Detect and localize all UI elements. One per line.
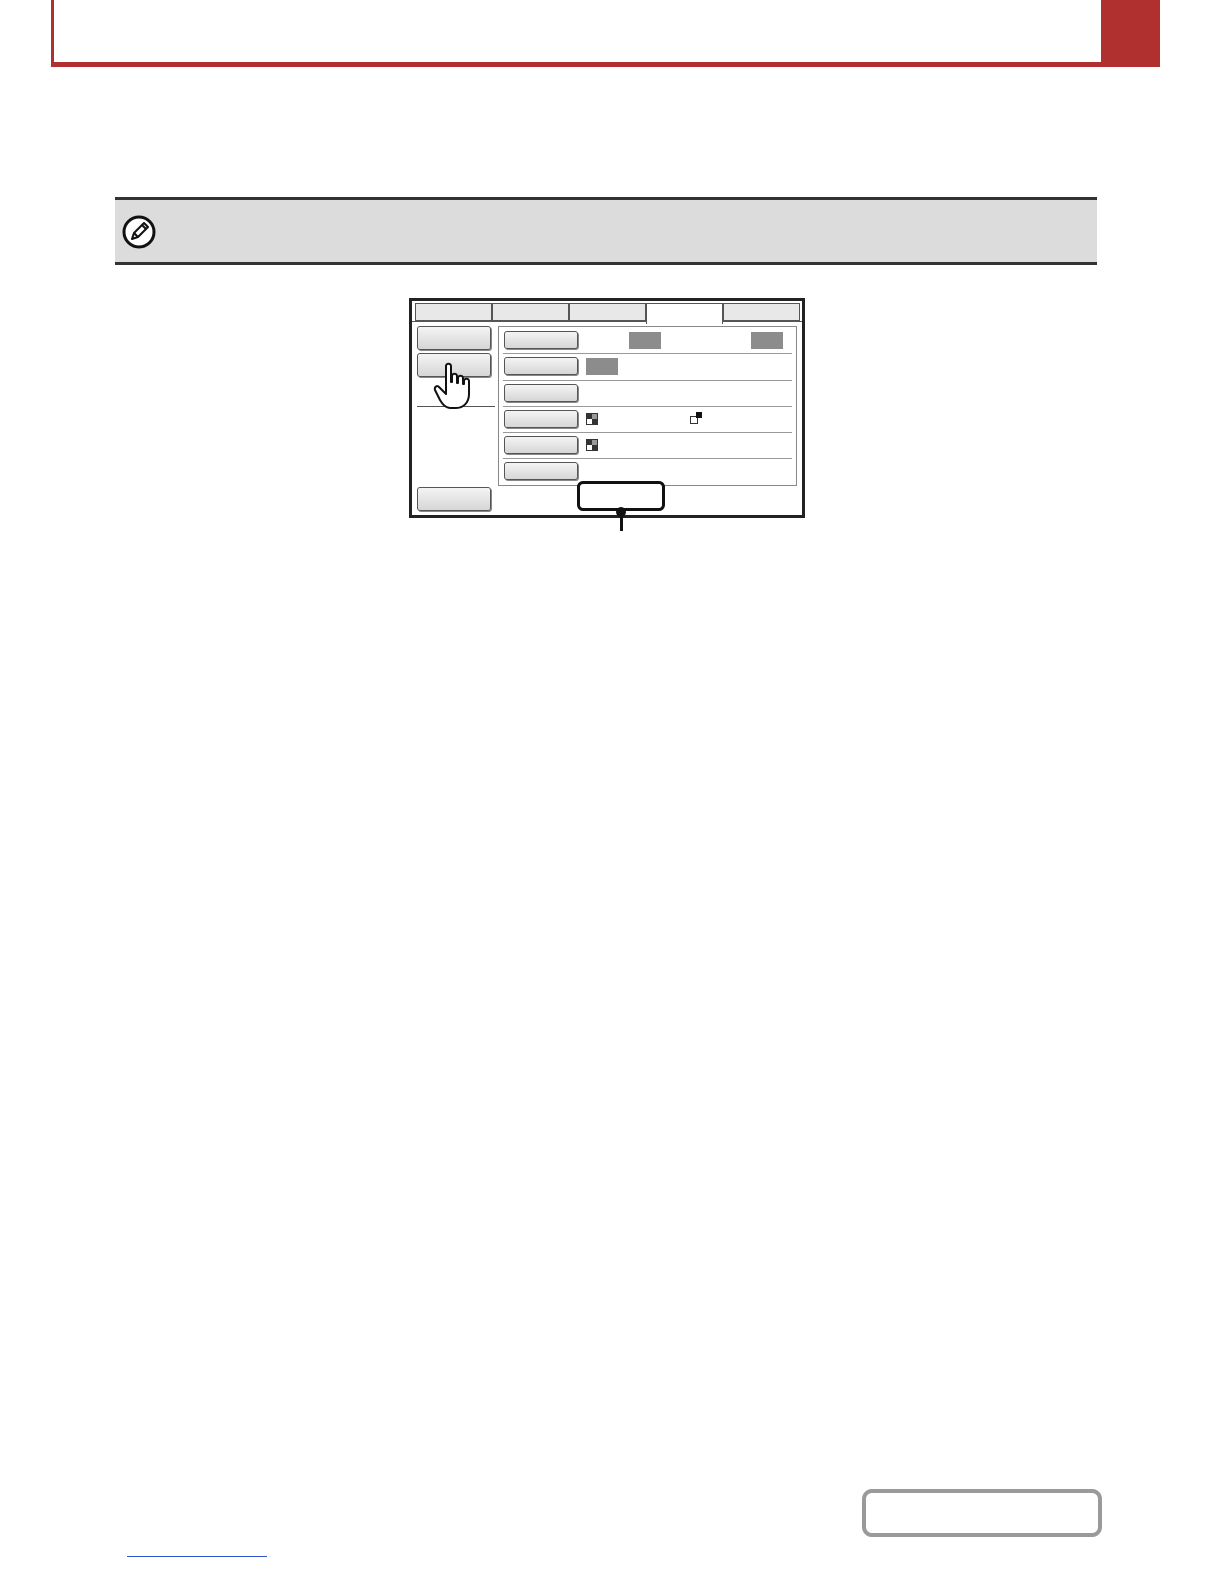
row-button-5[interactable] (504, 436, 578, 454)
settings-panel (498, 326, 797, 486)
row-button-3[interactable] (504, 384, 578, 402)
tab-3[interactable] (569, 303, 646, 321)
footer-link[interactable] (127, 1556, 267, 1557)
note-bar (115, 197, 1097, 265)
side-button-bottom[interactable] (417, 487, 491, 511)
row-divider (503, 353, 792, 354)
row-button-6[interactable] (504, 462, 578, 480)
row-button-1[interactable] (504, 331, 578, 349)
value-swatch (586, 358, 618, 375)
callout-marker (616, 507, 626, 517)
side-button-1[interactable] (417, 326, 491, 350)
value-swatch (751, 332, 783, 349)
row-button-4[interactable] (504, 410, 578, 428)
row-divider (503, 432, 792, 433)
tab-5[interactable] (723, 303, 800, 321)
row-button-2[interactable] (504, 357, 578, 375)
tab-underline-right (723, 321, 802, 322)
tab-2[interactable] (492, 303, 569, 321)
value-swatch (629, 332, 661, 349)
row-divider (503, 380, 792, 381)
contents-button[interactable] (862, 1489, 1102, 1537)
tab-1[interactable] (415, 303, 492, 321)
hand-pointer-icon (433, 362, 470, 409)
tab-4-active[interactable] (646, 303, 723, 324)
checker-icon (586, 413, 598, 425)
row-divider (503, 458, 792, 459)
header-rule (51, 62, 1160, 67)
row-divider (503, 406, 792, 407)
header-tab (1101, 0, 1160, 67)
checker-icon (586, 439, 598, 451)
pencil-icon (122, 215, 156, 249)
header-left-rule (51, 0, 54, 66)
corner-square-icon (690, 412, 702, 424)
tab-underline (412, 321, 646, 322)
